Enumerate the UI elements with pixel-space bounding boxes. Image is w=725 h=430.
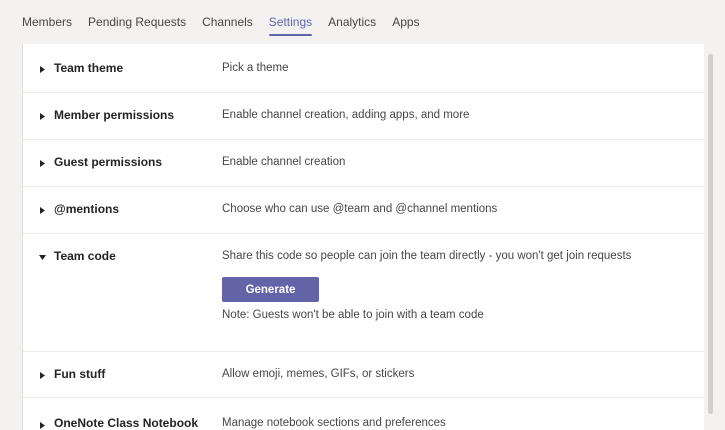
setting-row-team-theme[interactable]: Team theme Pick a theme (23, 44, 705, 93)
scrollbar-thumb[interactable] (708, 54, 713, 414)
setting-description: Allow emoji, memes, GIFs, or stickers (222, 368, 415, 380)
setting-description: Enable channel creation, adding apps, an… (222, 109, 470, 121)
setting-row-member-permissions[interactable]: Member permissions Enable channel creati… (23, 92, 705, 140)
tab-members[interactable]: Members (22, 0, 72, 44)
vertical-scrollbar[interactable] (704, 44, 718, 430)
setting-description: Choose who can use @team and @channel me… (222, 203, 498, 215)
tab-apps[interactable]: Apps (392, 0, 419, 44)
tab-settings[interactable]: Settings (268, 0, 313, 44)
setting-row-onenote-class-notebook[interactable]: OneNote Class Notebook Manage notebook s… (23, 397, 705, 430)
setting-title: Fun stuff (54, 367, 106, 381)
caret-right-icon (38, 64, 46, 74)
team-code-note: Note: Guests won't be able to join with … (222, 309, 484, 321)
caret-right-icon (38, 205, 46, 215)
settings-panel: Team theme Pick a theme Member permissio… (22, 44, 706, 430)
setting-row-team-code[interactable]: Team code Share this code so people can … (23, 233, 705, 352)
setting-description: Share this code so people can join the t… (222, 250, 632, 262)
setting-description: Enable channel creation (222, 156, 346, 168)
caret-right-icon (38, 111, 46, 121)
setting-title: Team theme (54, 61, 124, 75)
setting-row-guest-permissions[interactable]: Guest permissions Enable channel creatio… (23, 139, 705, 187)
tab-analytics[interactable]: Analytics (328, 0, 376, 44)
setting-row-fun-stuff[interactable]: Fun stuff Allow emoji, memes, GIFs, or s… (23, 351, 705, 398)
setting-row-mentions[interactable]: @mentions Choose who can use @team and @… (23, 186, 705, 234)
setting-title: Member permissions (54, 108, 175, 122)
setting-title: Team code (54, 249, 116, 263)
setting-description: Pick a theme (222, 62, 289, 74)
setting-title: OneNote Class Notebook (54, 416, 199, 430)
tab-bar: Members Pending Requests Channels Settin… (22, 0, 420, 44)
caret-right-icon (38, 370, 46, 380)
setting-description: Manage notebook sections and preferences (222, 417, 446, 429)
caret-right-icon (38, 420, 46, 430)
tab-pending-requests[interactable]: Pending Requests (88, 0, 186, 44)
setting-title: @mentions (54, 202, 120, 216)
tab-channels[interactable]: Channels (202, 0, 253, 44)
caret-down-icon (38, 252, 46, 262)
caret-right-icon (38, 158, 46, 168)
generate-button[interactable]: Generate (222, 277, 319, 302)
setting-title: Guest permissions (54, 155, 163, 169)
